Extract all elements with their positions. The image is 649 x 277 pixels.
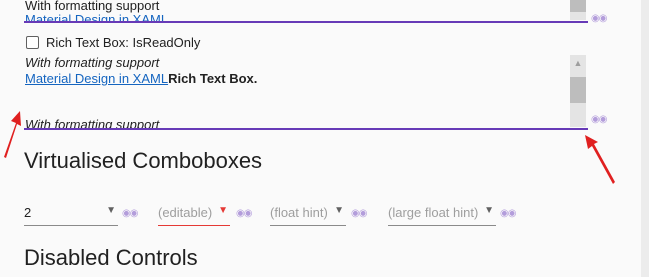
combo-hint: (large float hint) bbox=[388, 205, 479, 220]
rich-text-link[interactable]: Material Design in XAML bbox=[25, 71, 168, 86]
rich-text-box-readonly[interactable]: With formatting support Material Design … bbox=[25, 54, 565, 129]
chevron-down-icon[interactable] bbox=[570, 113, 586, 127]
rich-text-link-partial: Material Design in XAML bbox=[25, 12, 169, 21]
scrollbar-thumb[interactable] bbox=[570, 0, 586, 12]
combo-hint: (editable) bbox=[158, 205, 213, 220]
chevron-up-icon[interactable]: ▲ bbox=[570, 56, 586, 70]
rich-text-top-underline bbox=[24, 21, 588, 23]
checkbox-label: Rich Text Box: IsReadOnly bbox=[46, 35, 201, 50]
combo-virtualised-1[interactable]: 2 ▼ bbox=[24, 203, 118, 226]
rich-text-top-scrollbar[interactable] bbox=[570, 0, 586, 20]
eye-icon[interactable]: ◉◉ bbox=[500, 208, 516, 219]
checkbox-box[interactable] bbox=[26, 36, 39, 49]
combo-value: 2 bbox=[24, 205, 32, 220]
eye-icon[interactable]: ◉◉ bbox=[122, 208, 138, 219]
rich-text-line: With formatting support bbox=[25, 55, 160, 70]
rich-text-box-top[interactable]: With formatting support Material Design … bbox=[25, 0, 565, 21]
rich-text-readonly-scrollbar[interactable]: ▲ bbox=[570, 55, 586, 127]
combo-hint: (float hint) bbox=[270, 205, 328, 220]
annotation-arrow-left bbox=[4, 111, 21, 158]
eye-icon[interactable]: ◉◉ bbox=[236, 208, 252, 219]
rich-text-readonly-underline bbox=[24, 128, 588, 130]
caret-down-icon: ▼ bbox=[334, 205, 344, 216]
rich-text-bold: Rich Text Box. bbox=[168, 71, 258, 86]
annotation-arrow-right bbox=[585, 135, 615, 184]
eye-icon[interactable]: ◉◉ bbox=[351, 208, 367, 219]
combo-virtualised-float-hint[interactable]: (float hint) ▼ bbox=[270, 203, 346, 226]
section-heading-disabled: Disabled Controls bbox=[24, 245, 198, 270]
combo-virtualised-editable[interactable]: (editable) ▼ bbox=[158, 203, 230, 226]
eye-icon[interactable]: ◉◉ bbox=[591, 114, 607, 125]
eye-icon[interactable]: ◉◉ bbox=[591, 13, 607, 24]
caret-down-icon: ▼ bbox=[106, 205, 116, 216]
section-heading-virtualised: Virtualised Comboboxes bbox=[24, 148, 263, 173]
rich-text-paragraph: Material Design in XAMLRich Text Box. bbox=[25, 71, 257, 86]
scrollbar-thumb[interactable] bbox=[570, 77, 586, 103]
caret-down-icon: ▼ bbox=[484, 205, 494, 216]
page-scrollbar[interactable] bbox=[641, 0, 649, 277]
caret-down-icon: ▼ bbox=[218, 205, 228, 216]
combo-virtualised-large-float-hint[interactable]: (large float hint) ▼ bbox=[388, 203, 496, 226]
